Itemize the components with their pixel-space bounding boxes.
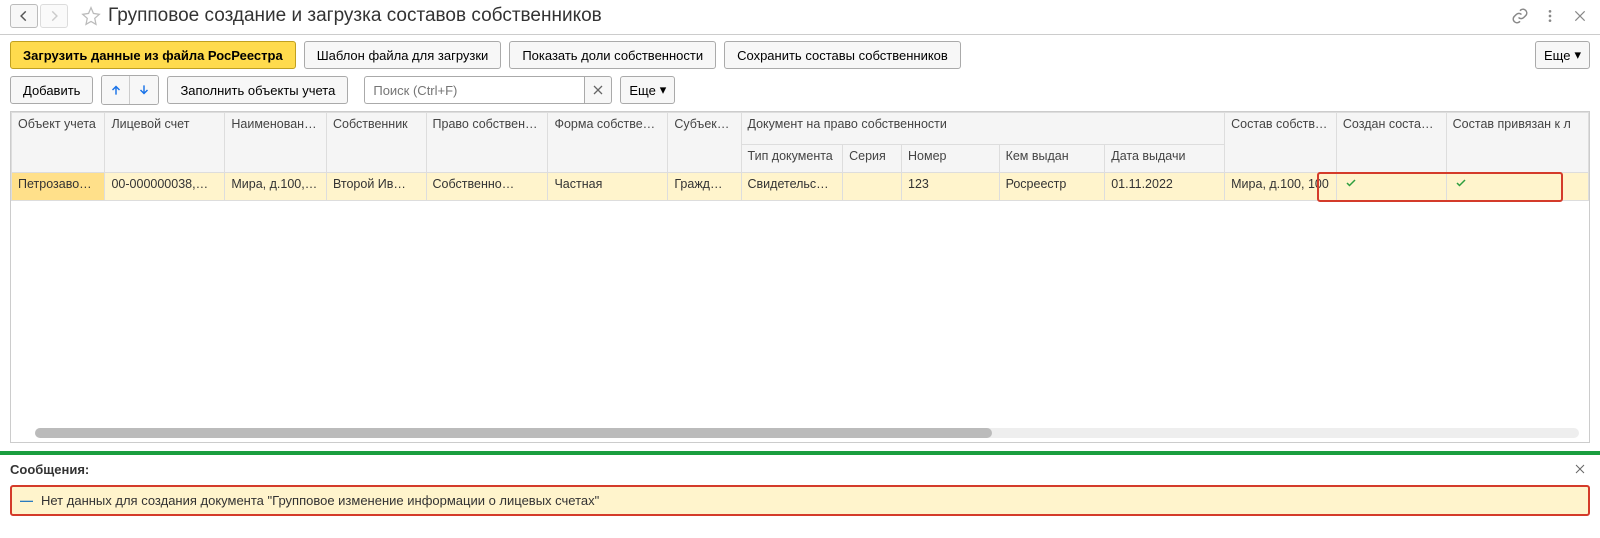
nav-back-button[interactable] — [10, 4, 38, 28]
messages-title: Сообщения: — [10, 462, 89, 477]
toolbar-primary: Загрузить данные из файла РосРеестра Шаб… — [0, 35, 1600, 75]
col-issued-by[interactable]: Кем выдан — [999, 145, 1105, 173]
col-series[interactable]: Серия — [843, 145, 902, 173]
col-doc-type[interactable]: Тип документа — [741, 145, 843, 173]
check-icon — [1453, 177, 1469, 189]
cell-issue-date[interactable]: 01.11.2022 — [1105, 173, 1225, 201]
col-created[interactable]: Создан состав собственников — [1336, 113, 1446, 173]
col-linked[interactable]: Состав привязан к л — [1446, 113, 1588, 173]
col-issue-date[interactable]: Дата выдачи — [1105, 145, 1225, 173]
col-right[interactable]: Право собственности — [426, 113, 548, 173]
check-icon — [1343, 177, 1359, 189]
page-title: Групповое создание и загрузка составов с… — [108, 5, 1510, 27]
search-input[interactable] — [364, 76, 584, 104]
toolbar-secondary: Добавить Заполнить объекты учета Еще▾ — [0, 75, 1600, 111]
col-form[interactable]: Форма собственности — [548, 113, 668, 173]
col-comp-name[interactable]: Наименование состава — [225, 113, 327, 173]
load-rosreestr-button[interactable]: Загрузить данные из файла РосРеестра — [10, 41, 296, 69]
message-bullet-icon: — — [20, 493, 33, 508]
close-icon[interactable] — [1570, 6, 1590, 26]
header-bar: Групповое создание и загрузка составов с… — [0, 0, 1600, 35]
show-shares-button[interactable]: Показать доли собственности — [509, 41, 716, 69]
table-row[interactable]: Петрозаво… 00-000000038,… Мира, д.100,… … — [12, 173, 1589, 201]
search-clear-button[interactable] — [584, 76, 612, 104]
col-object[interactable]: Объект учета — [12, 113, 105, 173]
kebab-menu-icon[interactable] — [1540, 6, 1560, 26]
cell-issued-by[interactable]: Росреестр — [999, 173, 1105, 201]
col-composition[interactable]: Состав собственников — [1225, 113, 1337, 173]
chevron-down-icon: ▾ — [1574, 47, 1581, 63]
cell-object[interactable]: Петрозаво… — [12, 173, 105, 201]
message-text: Нет данных для создания документа "Групп… — [41, 493, 599, 508]
col-account[interactable]: Лицевой счет — [105, 113, 225, 173]
arrow-up-icon — [109, 83, 123, 97]
fill-objects-button[interactable]: Заполнить объекты учета — [167, 76, 348, 104]
data-table[interactable]: Объект учета Лицевой счет Наименование с… — [11, 112, 1589, 201]
cell-account[interactable]: 00-000000038,… — [105, 173, 225, 201]
favorite-star-button[interactable] — [78, 4, 104, 28]
col-subject[interactable]: Субъект права — [668, 113, 741, 173]
cell-linked-check[interactable] — [1446, 173, 1588, 201]
cell-doc-type[interactable]: Свидетельс… — [741, 173, 843, 201]
arrow-right-icon — [47, 9, 61, 23]
message-row[interactable]: — Нет данных для создания документа "Гру… — [10, 485, 1590, 516]
link-icon[interactable] — [1510, 6, 1530, 26]
nav-forward-button[interactable] — [40, 4, 68, 28]
cell-comp-name[interactable]: Мира, д.100,… — [225, 173, 327, 201]
cell-created-check[interactable] — [1336, 173, 1446, 201]
cell-number[interactable]: 123 — [902, 173, 1000, 201]
col-doc-group[interactable]: Документ на право собственности — [741, 113, 1225, 145]
horizontal-scrollbar[interactable] — [35, 428, 1579, 438]
move-group — [101, 75, 159, 105]
add-button[interactable]: Добавить — [10, 76, 93, 104]
data-table-wrap: Объект учета Лицевой счет Наименование с… — [10, 111, 1590, 443]
template-file-button[interactable]: Шаблон файла для загрузки — [304, 41, 502, 69]
cell-form[interactable]: Частная — [548, 173, 668, 201]
move-up-button[interactable] — [102, 76, 130, 104]
star-icon — [81, 6, 101, 26]
more-button-2[interactable]: Еще▾ — [620, 76, 675, 104]
arrow-left-icon — [17, 9, 31, 23]
arrow-down-icon — [137, 83, 151, 97]
col-owner[interactable]: Собственник — [326, 113, 426, 173]
cell-subject[interactable]: Гражд… — [668, 173, 741, 201]
cell-composition[interactable]: Мира, д.100, 100 — [1225, 173, 1337, 201]
col-number[interactable]: Номер — [902, 145, 1000, 173]
more-button-1[interactable]: Еще▾ — [1535, 41, 1590, 69]
cell-owner[interactable]: Второй Ив… — [326, 173, 426, 201]
x-icon — [592, 84, 604, 96]
save-compositions-button[interactable]: Сохранить составы собственников — [724, 41, 961, 69]
move-down-button[interactable] — [130, 76, 158, 104]
cell-series[interactable] — [843, 173, 902, 201]
chevron-down-icon: ▾ — [660, 82, 667, 98]
messages-close-icon[interactable] — [1570, 459, 1590, 479]
messages-header: Сообщения: — [0, 455, 1600, 483]
cell-right[interactable]: Собственно… — [426, 173, 548, 201]
